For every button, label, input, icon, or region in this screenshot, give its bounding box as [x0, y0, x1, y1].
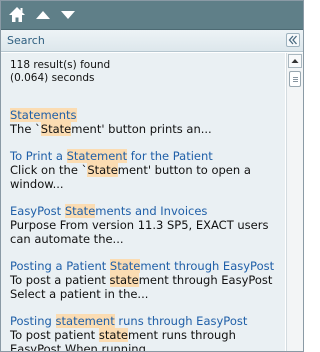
text-segment: EasyPost When running... — [10, 342, 157, 351]
navigation-toolbar — [1, 1, 303, 30]
text-segment: To Print a — [10, 149, 67, 163]
search-result-snippet: Purpose From version 11.3 SP5, EXACT use… — [10, 218, 282, 232]
text-segment: To post patient — [10, 328, 99, 342]
search-result-item: EasyPost Statements and Invoices Purpose … — [10, 204, 282, 246]
search-panel: Search 118 result(s) found (0.064) secon… — [0, 0, 304, 352]
search-result-item: To Print a Statement for the Patient Clic… — [10, 149, 282, 191]
text-segment: runs through EasyPost — [114, 314, 248, 328]
search-result-snippet: EasyPost When running... — [10, 342, 282, 351]
results-pane: 118 result(s) found (0.064) seconds Stat… — [1, 53, 285, 351]
search-result-snippet: can automate the... — [10, 232, 282, 246]
search-title: Search — [7, 34, 45, 47]
highlighted-term: State — [64, 204, 96, 218]
text-segment: for the Patient — [127, 149, 213, 163]
search-result-link[interactable]: Posting a Patient Statement through Easy… — [10, 259, 282, 273]
text-segment: Click on the ` — [10, 163, 88, 177]
text-segment: EasyPost — [10, 204, 65, 218]
search-result-link[interactable]: Posting statement runs through EasyPost — [10, 314, 282, 328]
highlighted-term: State — [87, 163, 118, 177]
highlighted-term: State — [109, 259, 141, 273]
search-result-snippet: Select a patient in the... — [10, 287, 282, 301]
search-header: Search — [1, 30, 303, 52]
text-segment: window... — [10, 177, 64, 191]
highlighted-term: state — [109, 273, 139, 287]
text-segment: ment runs through — [127, 328, 236, 342]
text-segment: Posting — [10, 314, 56, 328]
home-icon[interactable] — [7, 5, 27, 25]
search-result-item: Posting a Patient Statement through Easy… — [10, 259, 282, 301]
search-result-snippet: window... — [10, 177, 282, 191]
highlighted-term: State — [40, 122, 72, 136]
search-result-link[interactable]: EasyPost Statements and Invoices — [10, 204, 282, 218]
text-segment: The ` — [10, 122, 41, 136]
scroll-thumb[interactable] — [289, 71, 301, 87]
scroll-up-button[interactable] — [288, 54, 302, 68]
text-segment: ment' button prints an... — [71, 122, 212, 136]
text-segment: Purpose From version 11.3 SP5, EXACT use… — [10, 218, 269, 232]
text-segment: To post a patient — [10, 273, 110, 287]
result-count: 118 result(s) found — [10, 59, 111, 71]
search-result-snippet: Click on the `Statement' button to open … — [10, 163, 282, 177]
search-result-snippet: To post patient statement runs through — [10, 328, 282, 342]
search-result-item: Statements The `Statement' button prints … — [10, 108, 282, 136]
scroll-grip-line — [293, 77, 298, 78]
arrow-up-icon[interactable] — [33, 5, 53, 25]
highlighted-term: statement — [55, 314, 115, 328]
search-result-snippet: The `Statement' button prints an... — [10, 122, 282, 136]
text-segment: ment through EasyPost — [140, 259, 275, 273]
search-result-snippet: To post a patient statement through Easy… — [10, 273, 282, 287]
double-chevron-left-icon — [288, 35, 297, 45]
scroll-up-arrow-icon — [291, 59, 299, 63]
text-segment: ments and Invoices — [95, 204, 208, 218]
text-segment: Posting a Patient — [10, 259, 110, 273]
search-result-item: Posting statement runs through EasyPost T… — [10, 314, 282, 351]
highlighted-term: Statements — [10, 108, 77, 122]
vertical-scrollbar[interactable] — [286, 53, 303, 351]
highlighted-term: state — [98, 328, 128, 342]
scroll-grip-line — [293, 79, 298, 80]
search-result-link[interactable]: To Print a Statement for the Patient — [10, 149, 282, 163]
text-segment: can automate the... — [10, 232, 124, 246]
search-result-link[interactable]: Statements — [10, 108, 282, 122]
scroll-grip-line — [293, 81, 298, 82]
results-summary: 118 result(s) found (0.064) seconds — [10, 59, 110, 85]
results-list: Statements The `Statement' button prints … — [10, 108, 282, 351]
text-segment: Select a patient in the... — [10, 287, 149, 301]
text-segment: ment through EasyPost — [138, 273, 273, 287]
arrow-down-icon[interactable] — [58, 5, 78, 25]
collapse-button[interactable] — [286, 33, 300, 47]
text-segment: ment' button to open a — [117, 163, 251, 177]
search-time: (0.064) seconds — [10, 72, 95, 84]
highlighted-term: Statement — [66, 149, 128, 163]
